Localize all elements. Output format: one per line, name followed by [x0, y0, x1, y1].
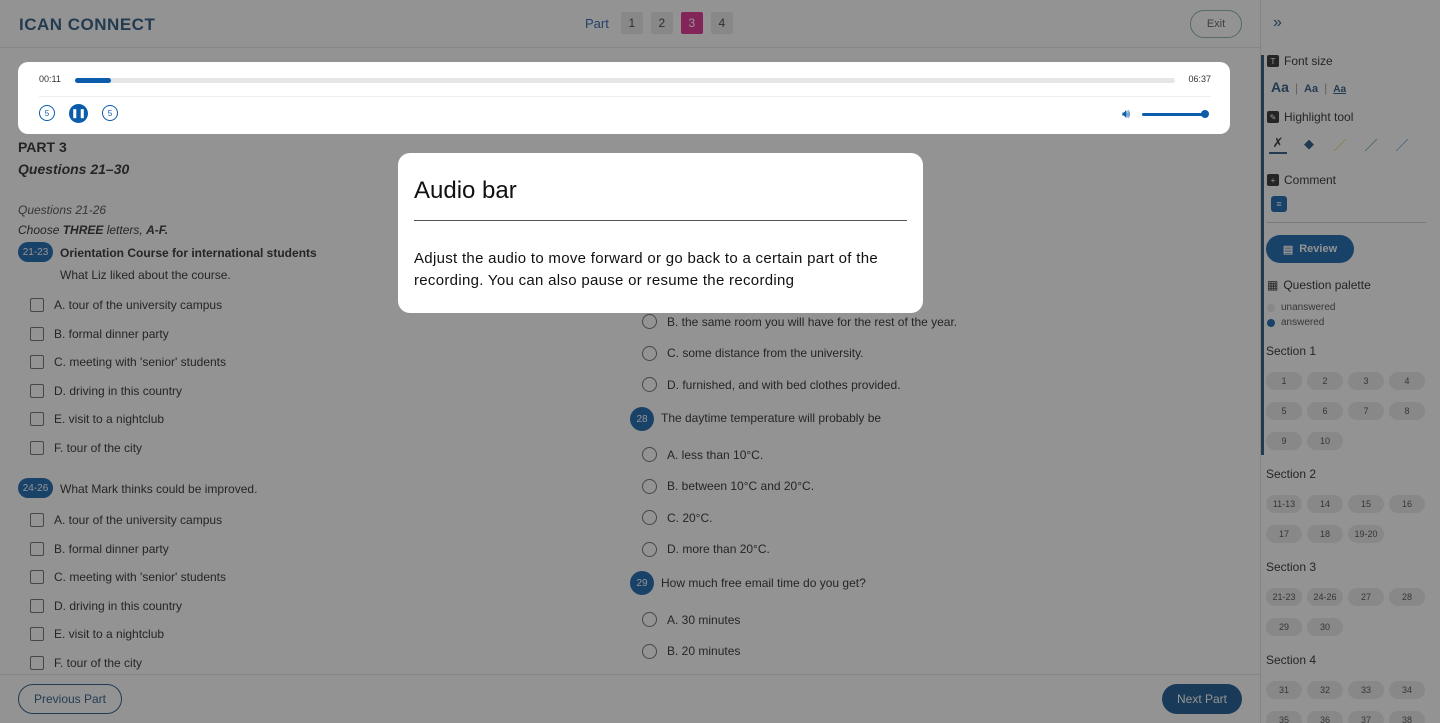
forward-icon[interactable]: 5 — [102, 105, 118, 121]
audio-total-time: 06:37 — [1188, 74, 1211, 84]
audio-divider — [39, 96, 1211, 97]
tooltip-body: Adjust the audio to move forward or go b… — [414, 250, 878, 289]
audio-bar: 00:11 06:37 5 ❚❚ 5 🔊︎ — [18, 62, 1230, 134]
tooltip-title: Audio bar — [414, 177, 517, 204]
volume-icon[interactable]: 🔊︎ — [1122, 106, 1130, 122]
tooltip-divider — [414, 220, 907, 221]
pause-icon[interactable]: ❚❚ — [69, 104, 88, 123]
volume-slider[interactable] — [1142, 113, 1204, 116]
audio-current-time: 00:11 — [39, 74, 61, 84]
audio-progress-track[interactable] — [75, 78, 1175, 83]
audio-progress-fill — [75, 78, 112, 83]
volume-knob[interactable] — [1201, 110, 1209, 118]
rewind-icon[interactable]: 5 — [39, 105, 55, 121]
tutorial-tooltip: Audio bar Adjust the audio to move forwa… — [398, 153, 923, 313]
